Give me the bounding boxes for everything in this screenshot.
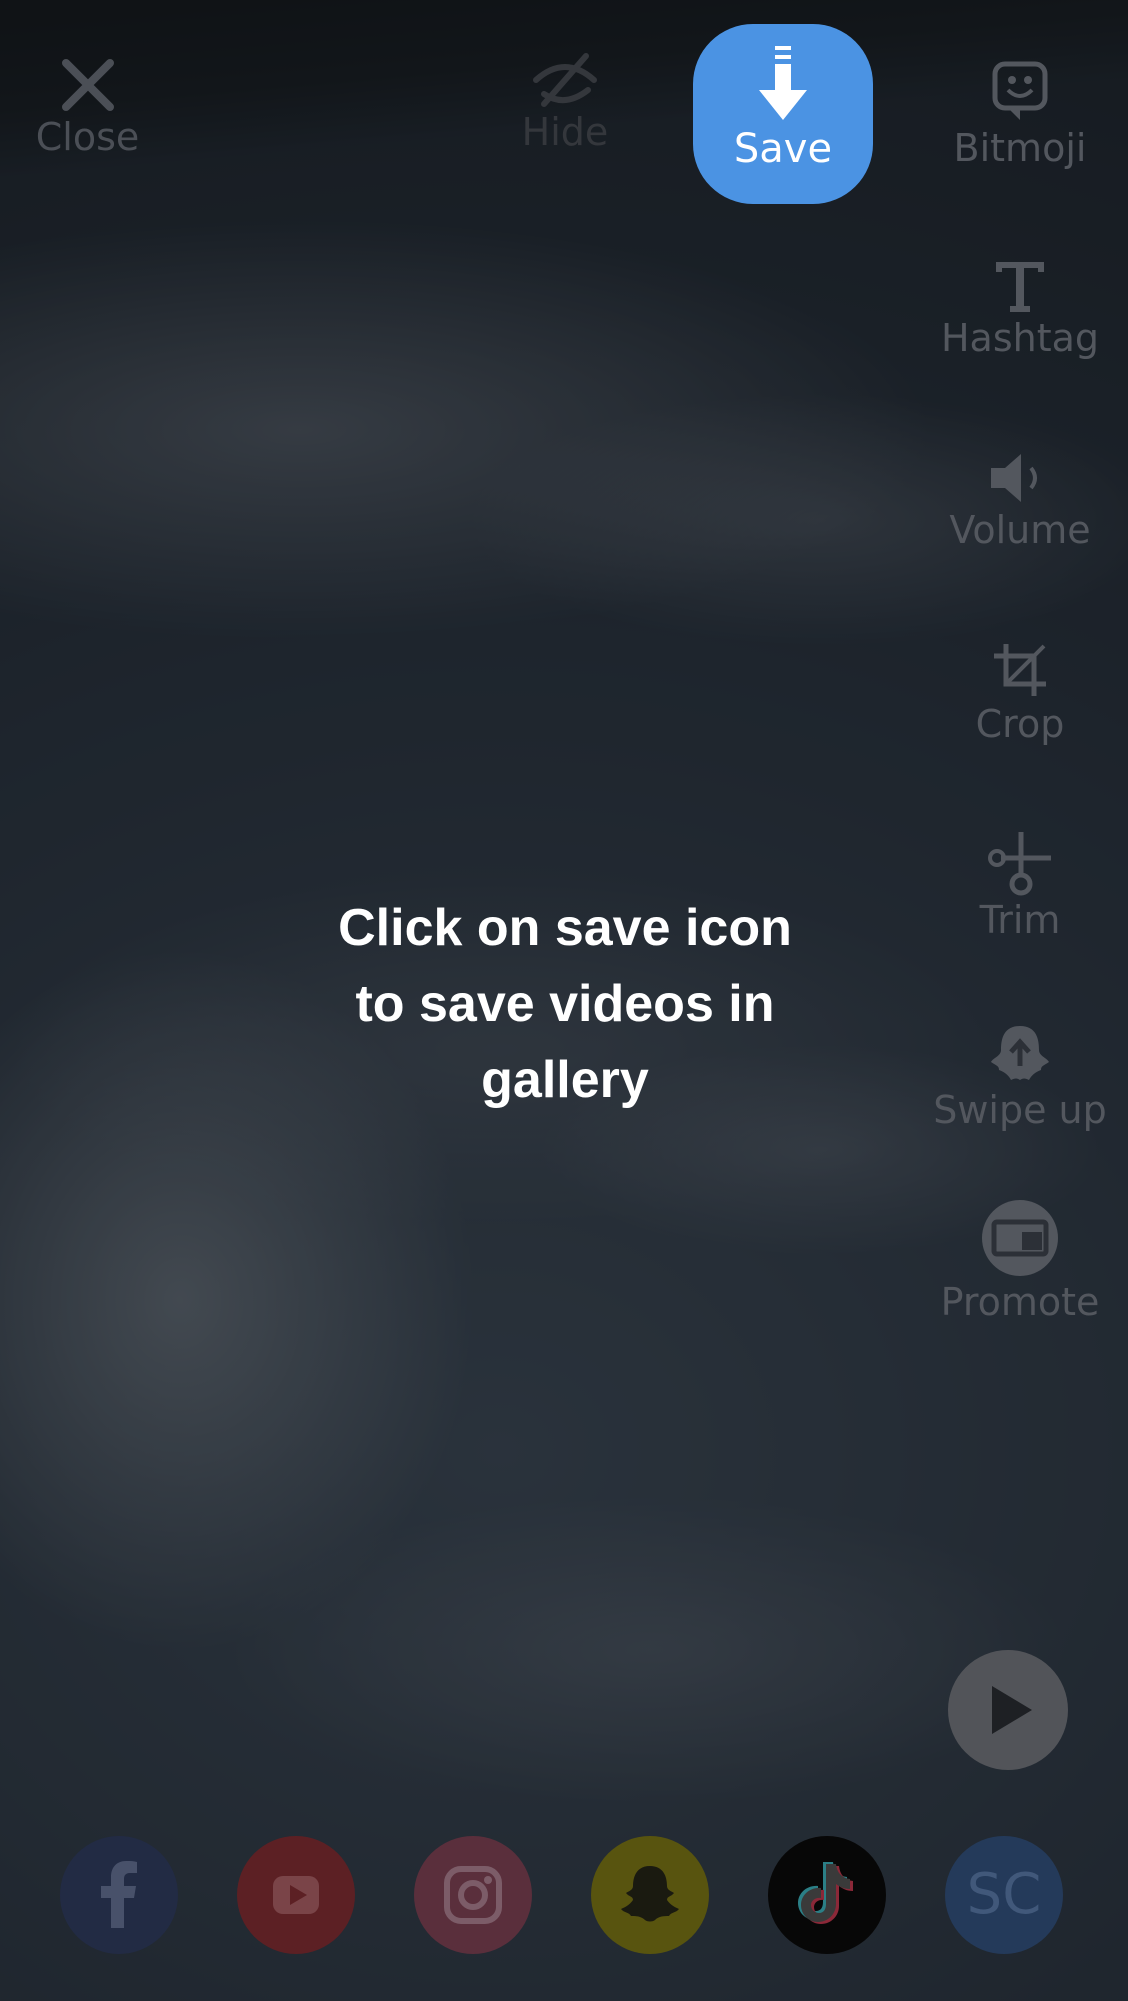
ghost-upload-icon (991, 1026, 1049, 1080)
share-facebook-button[interactable] (60, 1836, 178, 1954)
snapchat-icon (621, 1866, 679, 1922)
share-tiktok-button[interactable] (768, 1836, 886, 1954)
close-button[interactable]: Close (20, 55, 155, 159)
crop-icon (994, 644, 1046, 696)
close-label: Close (35, 115, 140, 159)
close-icon (61, 59, 114, 111)
promote-icon (982, 1200, 1058, 1276)
bitmoji-icon (992, 61, 1048, 120)
tool-label-volume: Volume (949, 508, 1091, 552)
save-label: Save (733, 126, 833, 172)
tool-label-swipe-up: Swipe up (933, 1088, 1107, 1132)
hashtag-button[interactable]: Hashtag (920, 258, 1120, 360)
text-t-icon (996, 262, 1044, 312)
message-line-2: to save videos in (355, 975, 775, 1033)
save-button[interactable]: Save (693, 24, 873, 204)
share-youtube-button[interactable] (237, 1836, 355, 1954)
bitmoji-button[interactable]: Bitmoji (920, 60, 1120, 170)
download-icon (759, 46, 807, 120)
facebook-icon (101, 1861, 137, 1928)
play-icon (992, 1686, 1032, 1734)
tool-label-promote: Promote (940, 1280, 1100, 1324)
hide-button[interactable]: Hide (500, 50, 630, 154)
share-sc-button[interactable]: SC (945, 1836, 1063, 1954)
message-line-3: gallery (481, 1051, 649, 1109)
share-snapchat-button[interactable] (591, 1836, 709, 1954)
message-line-1: Click on save icon (338, 899, 792, 957)
eye-off-icon (533, 53, 597, 107)
hide-label: Hide (521, 110, 609, 154)
tool-label-bitmoji: Bitmoji (953, 126, 1087, 170)
tool-label-crop: Crop (975, 702, 1065, 746)
tiktok-icon (798, 1862, 853, 1924)
scissors-icon (988, 832, 1051, 896)
play-button[interactable] (948, 1650, 1068, 1770)
trim-button[interactable]: Trim (920, 830, 1120, 942)
share-instagram-button[interactable] (414, 1836, 532, 1954)
instagram-icon (444, 1866, 502, 1924)
volume-button[interactable]: Volume (920, 450, 1120, 552)
tool-label-hashtag: Hashtag (940, 316, 1100, 360)
promote-button[interactable]: Promote (920, 1198, 1120, 1324)
speaker-icon (991, 454, 1037, 502)
save-hint-message: Click on save icon to save videos in gal… (280, 890, 850, 1118)
crop-button[interactable]: Crop (920, 640, 1120, 746)
swipe-up-button[interactable]: Swipe up (920, 1022, 1120, 1132)
youtube-icon (273, 1876, 319, 1914)
tool-label-trim: Trim (979, 898, 1061, 942)
sc-icon: SC (966, 1862, 1042, 1927)
